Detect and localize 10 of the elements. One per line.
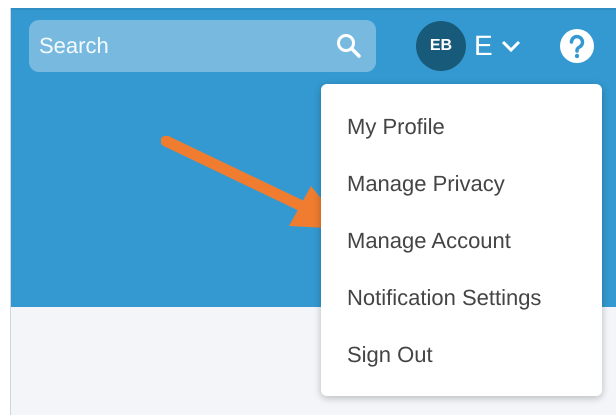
search-field[interactable]: Search (29, 20, 376, 72)
menu-item[interactable]: Manage Account (321, 212, 602, 269)
menu-item[interactable]: Notification Settings (321, 269, 602, 326)
user-avatar[interactable]: EB (416, 21, 466, 71)
menu-item[interactable]: Manage Privacy (321, 155, 602, 212)
help-icon[interactable] (558, 28, 595, 64)
chevron-down-icon[interactable] (500, 40, 521, 52)
search-icon[interactable] (336, 33, 362, 59)
menu-item[interactable]: Sign Out (321, 326, 602, 383)
menu-item[interactable]: My Profile (321, 98, 602, 155)
